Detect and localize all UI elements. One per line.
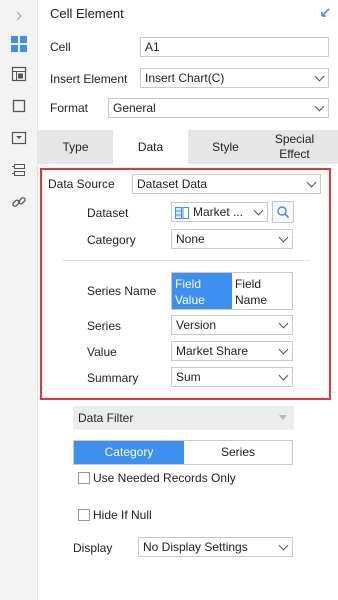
insert-element-label: Insert Element (50, 72, 128, 86)
display-value: No Display Settings (143, 540, 248, 554)
chevron-down-icon (274, 368, 292, 386)
tab-type[interactable]: Type (38, 130, 113, 164)
dataset-select[interactable]: Market ... (171, 202, 268, 222)
dataset-table-icon (175, 206, 189, 219)
value-select[interactable]: Market Share (171, 341, 293, 361)
condition-attribute-icon[interactable] (9, 160, 29, 180)
use-needed-records-checkbox[interactable] (78, 472, 90, 484)
series-name-toggle: Field Value Field Name (171, 272, 293, 310)
data-filter-label: Data Filter (78, 411, 134, 425)
series-select[interactable]: Version (171, 315, 293, 335)
chevron-down-icon (274, 230, 292, 248)
chevron-down-icon (310, 99, 328, 117)
display-select[interactable]: No Display Settings (138, 537, 293, 557)
hide-if-null-checkbox[interactable] (78, 509, 90, 521)
hyperlink-icon[interactable] (9, 192, 29, 212)
data-filter-header[interactable]: Data Filter (73, 406, 294, 430)
widget-icon[interactable] (9, 128, 29, 148)
dataset-preview-button[interactable] (272, 201, 294, 223)
left-icon-rail (0, 0, 38, 600)
display-label: Display (73, 541, 113, 555)
chevron-down-icon (274, 316, 292, 334)
insert-element-select[interactable]: Insert Chart(C) (140, 68, 329, 88)
tab-special-effect-label: Special Effect (274, 132, 315, 161)
cell-attribute-icon[interactable] (9, 64, 29, 84)
format-select[interactable]: General (108, 98, 329, 118)
summary-select[interactable]: Sum (171, 367, 293, 387)
summary-value: Sum (176, 370, 201, 384)
dataset-label: Dataset (87, 206, 129, 220)
filter-segment-control: Category Series (73, 440, 293, 465)
filter-segment-category[interactable]: Category (74, 441, 184, 464)
filter-segment-series[interactable]: Series (184, 441, 292, 464)
expand-chevron-icon[interactable] (9, 6, 29, 26)
series-name-label: Series Name (87, 284, 157, 298)
category-value: None (176, 232, 205, 246)
tab-style[interactable]: Style (188, 130, 263, 164)
use-needed-records-label: Use Needed Records Only (93, 471, 236, 485)
series-label: Series (87, 319, 122, 333)
cell-element-panel: Cell Element Cell A1 Insert Element Inse… (38, 0, 338, 600)
magnifier-icon (277, 206, 290, 219)
value-value: Market Share (176, 344, 249, 358)
hide-if-null-label: Hide If Null (93, 508, 152, 522)
value-label: Value (87, 345, 117, 359)
chevron-down-icon (310, 69, 328, 87)
border-icon[interactable] (9, 96, 29, 116)
cell-input[interactable]: A1 (140, 37, 329, 57)
data-source-value: Dataset Data (137, 177, 208, 191)
divider (62, 260, 310, 261)
caret-down-icon (279, 415, 287, 420)
data-source-label: Data Source (48, 177, 115, 191)
format-value: General (113, 101, 156, 115)
series-value: Version (176, 318, 217, 332)
chevron-down-icon (274, 538, 292, 556)
series-name-option-field-name[interactable]: Field Name (232, 273, 292, 309)
tab-special-effect[interactable]: Special Effect (263, 130, 326, 164)
panel-title: Cell Element (50, 6, 124, 21)
tab-bar: Type Data Style Special Effect (38, 130, 338, 164)
data-source-select[interactable]: Dataset Data (132, 174, 321, 194)
dataset-value: Market ... (193, 205, 244, 219)
category-label: Category (87, 233, 136, 247)
category-select[interactable]: None (171, 229, 293, 249)
chevron-down-icon (274, 342, 292, 360)
series-name-option-field-value[interactable]: Field Value (172, 273, 232, 309)
series-name-option-field-value-label: Field Value (175, 277, 205, 307)
cell-element-icon[interactable] (9, 34, 29, 54)
cell-label: Cell (50, 40, 71, 54)
series-name-option-field-name-label: Field Name (235, 277, 268, 307)
chevron-down-icon (302, 175, 320, 193)
chevron-down-icon (249, 203, 267, 221)
tab-data[interactable]: Data (113, 130, 188, 164)
insert-element-value: Insert Chart(C) (145, 71, 225, 85)
collapse-arrow-icon[interactable] (318, 6, 332, 20)
format-label: Format (50, 101, 89, 115)
summary-label: Summary (87, 371, 139, 385)
